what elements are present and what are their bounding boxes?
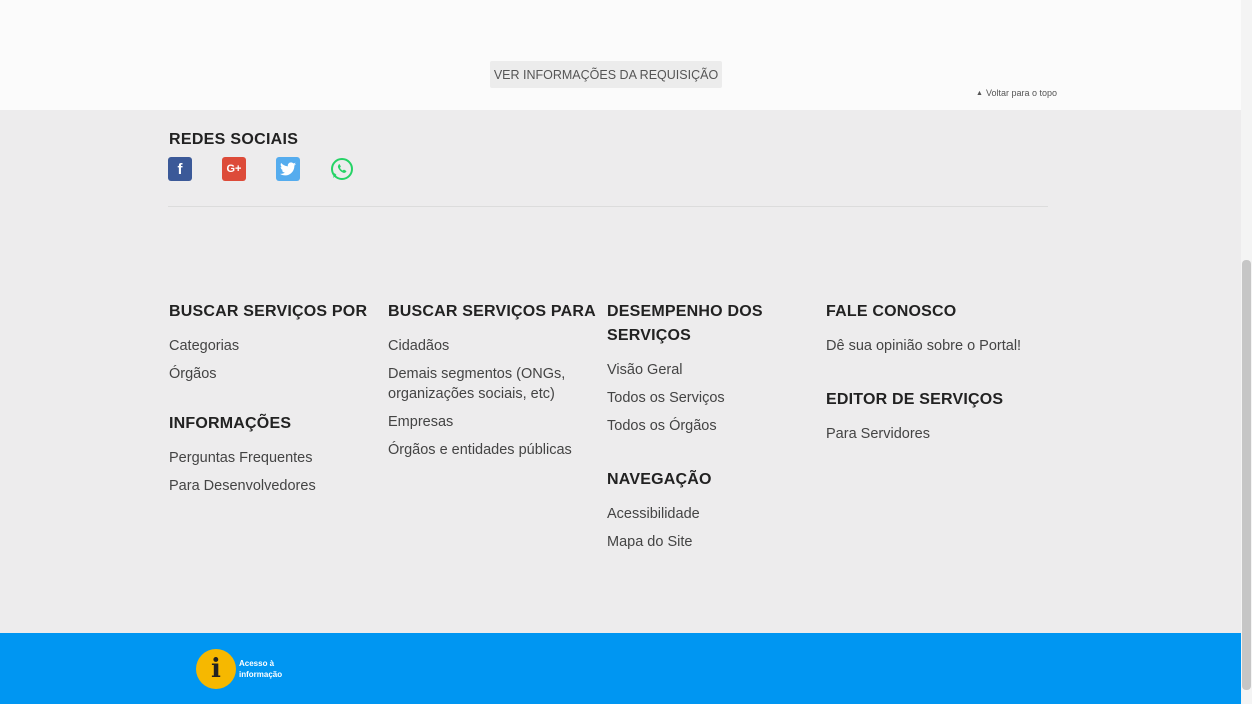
link-perguntas-frequentes[interactable]: Perguntas Frequentes bbox=[169, 448, 379, 468]
col-desempenho: DESEMPENHO DOS SERVIÇOS Visão Geral Todo… bbox=[607, 300, 802, 560]
top-area: VER INFORMAÇÕES DA REQUISIÇÃO ▲ Voltar p… bbox=[0, 0, 1241, 110]
fale-conosco-title: FALE CONOSCO bbox=[826, 303, 957, 320]
scrollbar-thumb[interactable] bbox=[1242, 260, 1251, 690]
link-para-servidores[interactable]: Para Servidores bbox=[826, 424, 1056, 444]
info-icon: i bbox=[196, 649, 236, 689]
twitter-icon[interactable] bbox=[276, 157, 300, 181]
buscar-por-title: BUSCAR SERVIÇOS POR bbox=[169, 303, 368, 320]
back-to-top-link[interactable]: ▲ Voltar para o topo bbox=[976, 88, 1057, 98]
editor-title: EDITOR DE SERVIÇOS bbox=[826, 391, 1004, 408]
info-glyph: i bbox=[211, 654, 221, 684]
navegacao-title: NAVEGAÇÃO bbox=[607, 471, 712, 488]
link-cidadaos[interactable]: Cidadãos bbox=[388, 336, 600, 356]
whatsapp-icon[interactable] bbox=[330, 157, 354, 181]
divider bbox=[168, 206, 1048, 207]
link-para-desenvolvedores[interactable]: Para Desenvolvedores bbox=[169, 476, 379, 496]
link-categorias[interactable]: Categorias bbox=[169, 336, 379, 356]
col-buscar-por: BUSCAR SERVIÇOS POR Categorias Órgãos IN… bbox=[169, 300, 379, 504]
col-fale-conosco: FALE CONOSCO Dê sua opinião sobre o Port… bbox=[826, 300, 1056, 452]
link-demais-segmentos[interactable]: Demais segmentos (ONGs, organizações soc… bbox=[388, 364, 600, 404]
col-buscar-para: BUSCAR SERVIÇOS PARA Cidadãos Demais seg… bbox=[388, 300, 600, 468]
link-todos-servicos[interactable]: Todos os Serviços bbox=[607, 388, 802, 408]
informacoes-title: INFORMAÇÕES bbox=[169, 415, 292, 432]
link-de-sua-opiniao[interactable]: Dê sua opinião sobre o Portal! bbox=[826, 336, 1056, 356]
acesso-informacao-label: Acesso à informação bbox=[239, 659, 283, 679]
google-plus-icon[interactable]: G+ bbox=[222, 157, 246, 181]
link-acessibilidade[interactable]: Acessibilidade bbox=[607, 504, 802, 524]
desempenho-title: DESEMPENHO DOS SERVIÇOS bbox=[607, 303, 763, 344]
social-icons: f G+ bbox=[168, 157, 354, 181]
scrollbar[interactable] bbox=[1241, 0, 1252, 704]
link-mapa-site[interactable]: Mapa do Site bbox=[607, 532, 802, 552]
back-to-top-label: Voltar para o topo bbox=[985, 88, 1057, 98]
link-empresas[interactable]: Empresas bbox=[388, 412, 600, 432]
social-title: REDES SOCIAIS bbox=[169, 131, 299, 148]
view-request-info-button[interactable]: VER INFORMAÇÕES DA REQUISIÇÃO bbox=[490, 61, 722, 88]
link-todos-orgaos[interactable]: Todos os Órgãos bbox=[607, 416, 802, 436]
link-orgaos[interactable]: Órgãos bbox=[169, 364, 379, 384]
link-orgaos-entidades[interactable]: Órgãos e entidades públicas bbox=[388, 440, 600, 460]
arrow-up-icon: ▲ bbox=[976, 89, 983, 97]
footer-bar bbox=[0, 633, 1241, 704]
link-visao-geral[interactable]: Visão Geral bbox=[607, 360, 802, 380]
acesso-informacao-logo[interactable]: i Acesso à informação bbox=[196, 649, 299, 689]
buscar-para-title: BUSCAR SERVIÇOS PARA bbox=[388, 303, 596, 320]
facebook-icon[interactable]: f bbox=[168, 157, 192, 181]
